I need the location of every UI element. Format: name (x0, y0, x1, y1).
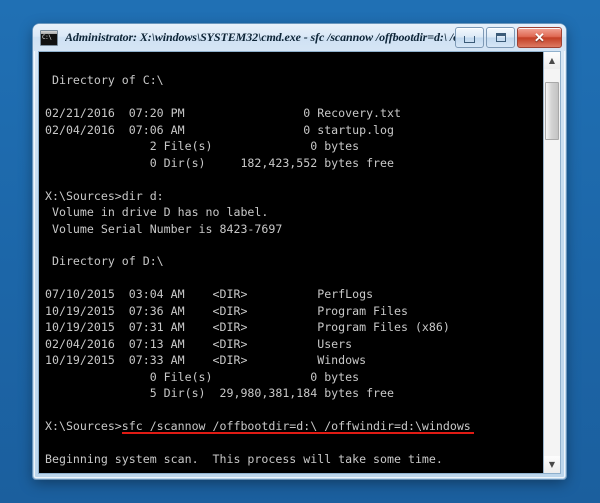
scroll-down-button[interactable]: ▼ (544, 456, 560, 473)
chevron-down-icon: ▼ (548, 459, 556, 469)
scrollbar-thumb[interactable] (545, 82, 559, 140)
cmd-icon-label: C:\ (42, 34, 52, 41)
scrollbar-track[interactable] (544, 69, 560, 456)
window-titlebar[interactable]: C:\ Administrator: X:\windows\SYSTEM32\c… (33, 24, 566, 51)
console-output-area[interactable]: Directory of C:\ 02/21/2016 07:20 PM 0 R… (39, 52, 543, 473)
cmd-window[interactable]: C:\ Administrator: X:\windows\SYSTEM32\c… (33, 24, 566, 479)
chevron-up-icon: ▲ (548, 55, 556, 65)
scroll-up-button[interactable]: ▲ (544, 52, 560, 69)
window-client-area: Directory of C:\ 02/21/2016 07:20 PM 0 R… (38, 51, 561, 474)
maximize-icon (495, 33, 506, 42)
window-title: Administrator: X:\windows\SYSTEM32\cmd.e… (65, 30, 455, 44)
close-icon: ✕ (534, 30, 545, 45)
command-highlight-underline (121, 431, 475, 434)
window-controls: ✕ (455, 27, 562, 48)
close-button[interactable]: ✕ (517, 27, 562, 48)
cmd-icon: C:\ (40, 30, 58, 46)
maximize-button[interactable] (486, 27, 515, 48)
console-text: Directory of C:\ 02/21/2016 07:20 PM 0 R… (45, 73, 471, 466)
minimize-button[interactable] (455, 27, 484, 48)
minimize-icon (464, 36, 475, 43)
vertical-scrollbar[interactable]: ▲ ▼ (543, 52, 560, 473)
desktop-background: C:\ Administrator: X:\windows\SYSTEM32\c… (0, 0, 600, 503)
